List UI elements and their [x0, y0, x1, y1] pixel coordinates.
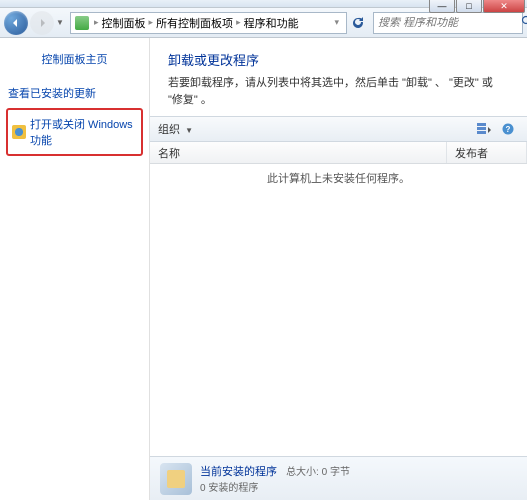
column-publisher[interactable]: 发布者 — [447, 142, 527, 163]
status-title: 当前安装的程序 — [200, 466, 277, 478]
title-bar: — □ ✕ — [0, 0, 527, 8]
help-button[interactable]: ? — [497, 120, 519, 138]
sidebar-highlight: 打开或关闭 Windows 功能 — [6, 108, 143, 156]
programs-folder-icon — [160, 463, 192, 495]
heading-area: 卸载或更改程序 若要卸载程序，请从列表中将其选中，然后单击 "卸载" 、 "更改… — [150, 38, 527, 116]
breadcrumb-item[interactable]: 程序和功能 — [244, 15, 299, 31]
control-panel-icon — [75, 16, 89, 30]
toolbar: 组织 ▼ ? — [150, 116, 527, 142]
chevron-down-icon: ▼ — [185, 126, 193, 135]
svg-text:?: ? — [506, 125, 511, 134]
page-title: 卸载或更改程序 — [168, 50, 509, 69]
breadcrumb-item[interactable]: 所有控制面板项 — [156, 15, 233, 31]
sidebar-item-label: 控制面板主页 — [42, 51, 108, 67]
sidebar-home-link[interactable]: 控制面板主页 — [6, 48, 143, 70]
status-bar: 当前安装的程序 总大小: 0 字节 0 安装的程序 — [150, 456, 527, 500]
refresh-button[interactable] — [347, 16, 369, 30]
forward-button — [30, 11, 54, 35]
breadcrumb-sep-icon: ▸ — [94, 17, 99, 28]
sidebar-item-label: 打开或关闭 Windows 功能 — [30, 116, 137, 148]
breadcrumb-dropdown-icon[interactable]: ▾ — [334, 17, 339, 28]
status-count: 0 安装的程序 — [200, 479, 350, 494]
sidebar-item-label: 查看已安装的更新 — [8, 85, 96, 101]
nav-history-dropdown[interactable]: ▼ — [56, 18, 66, 27]
search-box[interactable] — [373, 12, 523, 34]
minimize-button[interactable]: — — [429, 0, 455, 13]
body: 控制面板主页 查看已安装的更新 打开或关闭 Windows 功能 卸载或更改程序… — [0, 38, 527, 500]
sidebar-windows-features-link[interactable]: 打开或关闭 Windows 功能 — [10, 113, 139, 151]
view-options-button[interactable] — [473, 120, 495, 138]
main-panel: 卸载或更改程序 若要卸载程序，请从列表中将其选中，然后单击 "卸载" 、 "更改… — [150, 38, 527, 500]
sidebar: 控制面板主页 查看已安装的更新 打开或关闭 Windows 功能 — [0, 38, 150, 500]
empty-message: 此计算机上未安装任何程序。 — [150, 164, 527, 192]
program-list: 此计算机上未安装任何程序。 — [150, 164, 527, 456]
refresh-icon — [351, 16, 365, 30]
breadcrumb-sep-icon: ▸ — [236, 17, 241, 28]
shield-icon — [12, 125, 26, 139]
breadcrumb[interactable]: ▸ 控制面板 ▸ 所有控制面板项 ▸ 程序和功能 ▾ — [70, 12, 347, 34]
close-button[interactable]: ✕ — [483, 0, 525, 13]
breadcrumb-item[interactable]: 控制面板 — [102, 15, 146, 31]
sidebar-view-updates-link[interactable]: 查看已安装的更新 — [6, 82, 143, 104]
breadcrumb-sep-icon: ▸ — [149, 17, 154, 28]
help-icon: ? — [502, 123, 514, 135]
organize-button[interactable]: 组织 ▼ — [158, 121, 193, 137]
list-header: 名称 发布者 — [150, 142, 527, 164]
forward-arrow-icon — [37, 18, 47, 28]
back-arrow-icon — [11, 18, 21, 28]
page-subtext: 若要卸载程序，请从列表中将其选中，然后单击 "卸载" 、 "更改" 或 "修复"… — [168, 75, 509, 108]
window-buttons: — □ ✕ — [428, 0, 525, 13]
search-icon[interactable] — [521, 15, 527, 30]
maximize-button[interactable]: □ — [456, 0, 482, 13]
status-size: 总大小: 0 字节 — [286, 467, 350, 478]
column-name[interactable]: 名称 — [150, 142, 447, 163]
back-button[interactable] — [4, 11, 28, 35]
status-text: 当前安装的程序 总大小: 0 字节 0 安装的程序 — [200, 463, 350, 494]
search-input[interactable] — [378, 17, 521, 29]
view-icon — [477, 123, 491, 135]
